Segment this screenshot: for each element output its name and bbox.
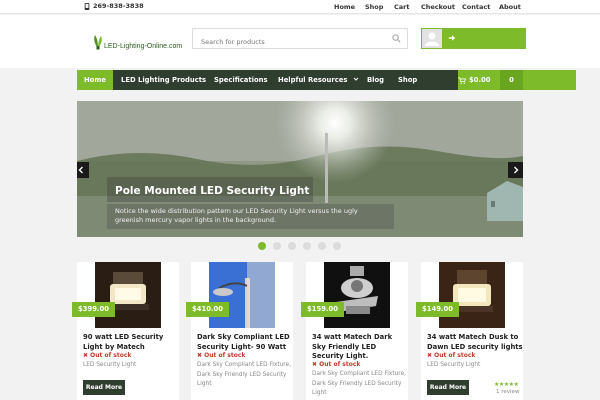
cart-count-badge[interactable]: 0	[500, 70, 523, 90]
product-categories[interactable]: Dark Sky Compliant LED Fixture, Dark Sky…	[197, 361, 291, 390]
product-categories[interactable]: LED Security Light	[83, 361, 177, 371]
topnav-about[interactable]: About	[499, 3, 521, 11]
nav-home[interactable]: Home	[77, 70, 113, 90]
nav-shop[interactable]: Shop	[398, 70, 417, 90]
nav-blog[interactable]: Blog	[367, 70, 384, 90]
chevron-down-icon	[353, 77, 359, 81]
site-header: LED-Lighting-Online.com	[0, 15, 600, 68]
product-card[interactable]: $159.00 34 watt Matech Dark Sky Friendly…	[301, 262, 408, 400]
topnav-home[interactable]: Home	[334, 3, 355, 11]
slider-dot[interactable]	[318, 242, 326, 250]
hero-slider: Pole Mounted LED Security Light Notice t…	[77, 101, 523, 237]
product-title[interactable]: Dark Sky Compliant LED Security Light- 9…	[197, 333, 293, 352]
topnav-cart[interactable]: Cart	[394, 3, 409, 11]
search-input[interactable]	[193, 32, 383, 52]
product-title[interactable]: 34 watt Matech Dusk to Dawn LED security…	[427, 333, 523, 352]
chevron-left-icon	[78, 166, 83, 174]
stock-status-text: Out of stock	[434, 352, 476, 359]
login-icon[interactable]	[448, 34, 456, 42]
phone-number-text: 269-838-3838	[93, 2, 144, 10]
stock-status: ✖ Out of stock	[312, 361, 360, 368]
avatar[interactable]	[422, 29, 442, 48]
nav-helpful-resources[interactable]: Helpful Resources	[278, 70, 359, 90]
slider-prev-button[interactable]	[77, 162, 89, 178]
rating-stars: ★★★★★	[494, 381, 519, 388]
slider-dot[interactable]	[273, 242, 281, 250]
slide-description: Notice the wide distribution pattern our…	[115, 207, 358, 224]
slider-dot[interactable]	[288, 242, 296, 250]
product-image[interactable]	[209, 262, 275, 328]
price-tag: $149.00	[416, 302, 459, 317]
site-logo[interactable]: LED-Lighting-Online.com	[93, 34, 182, 50]
topnav-checkout[interactable]: Checkout	[421, 3, 455, 11]
read-more-button[interactable]: Read More	[83, 380, 125, 395]
account-box[interactable]	[421, 28, 526, 49]
search-box	[192, 28, 408, 52]
chevron-right-icon	[514, 166, 519, 174]
product-categories[interactable]: Dark Sky Compliant LED Fixture, Dark Sky…	[312, 370, 406, 399]
topnav-shop[interactable]: Shop	[365, 3, 383, 11]
stock-status: ✖ Out of stock	[427, 352, 475, 359]
slider-dots	[258, 242, 341, 250]
nav-specifications[interactable]: Specifications	[214, 70, 268, 90]
slider-next-button[interactable]	[508, 162, 523, 178]
stock-status: ✖ Out of stock	[83, 352, 131, 359]
review-count[interactable]: 1 review	[496, 389, 519, 395]
main-nav: Home LED Lighting Products Specification…	[77, 70, 576, 90]
product-image[interactable]	[95, 262, 161, 328]
cart-total: $0.00	[469, 76, 491, 84]
cart-icon	[458, 77, 466, 84]
phone-icon	[84, 2, 90, 10]
stock-status-text: Out of stock	[319, 361, 361, 368]
price-tag: $399.00	[72, 302, 115, 317]
product-card[interactable]: $149.00 34 watt Matech Dusk to Dawn LED …	[416, 262, 523, 400]
product-categories[interactable]: LED Security Light	[427, 361, 521, 371]
product-title[interactable]: 90 watt LED Security Light by Matech	[83, 333, 179, 352]
stock-status: ✖ Out of stock	[197, 352, 245, 359]
slider-dot[interactable]	[303, 242, 311, 250]
nav-led-lighting-products[interactable]: LED Lighting Products	[121, 70, 206, 90]
topnav-contact[interactable]: Contact	[462, 3, 490, 11]
stock-status-text: Out of stock	[90, 352, 132, 359]
phone-number[interactable]: 269-838-3838	[84, 2, 144, 10]
logo-text: LED-Lighting-Online.com	[104, 43, 183, 50]
read-more-button[interactable]: Read More	[427, 380, 469, 395]
slider-dot[interactable]	[333, 242, 341, 250]
price-tag: $410.00	[186, 302, 229, 317]
product-image[interactable]	[324, 262, 390, 328]
product-card[interactable]: $399.00 90 watt LED Security Light by Ma…	[72, 262, 179, 400]
search-icon[interactable]	[392, 34, 401, 43]
user-icon	[425, 32, 439, 46]
slide-title: Pole Mounted LED Security Light	[115, 185, 310, 197]
product-card[interactable]: $410.00 Dark Sky Compliant LED Security …	[186, 262, 293, 400]
slider-dot[interactable]	[258, 242, 266, 250]
product-title[interactable]: 34 watt Matech Dark Sky Friendly LED Sec…	[312, 333, 408, 362]
price-tag: $159.00	[301, 302, 344, 317]
top-bar: 269-838-3838 Home Shop Cart Checkout Con…	[0, 0, 600, 14]
nav-helpful-resources-label: Helpful Resources	[278, 76, 348, 84]
star-icon: ★	[513, 381, 519, 388]
stock-status-text: Out of stock	[204, 352, 246, 359]
leaf-bulb-icon	[94, 35, 102, 50]
product-image[interactable]	[439, 262, 505, 328]
